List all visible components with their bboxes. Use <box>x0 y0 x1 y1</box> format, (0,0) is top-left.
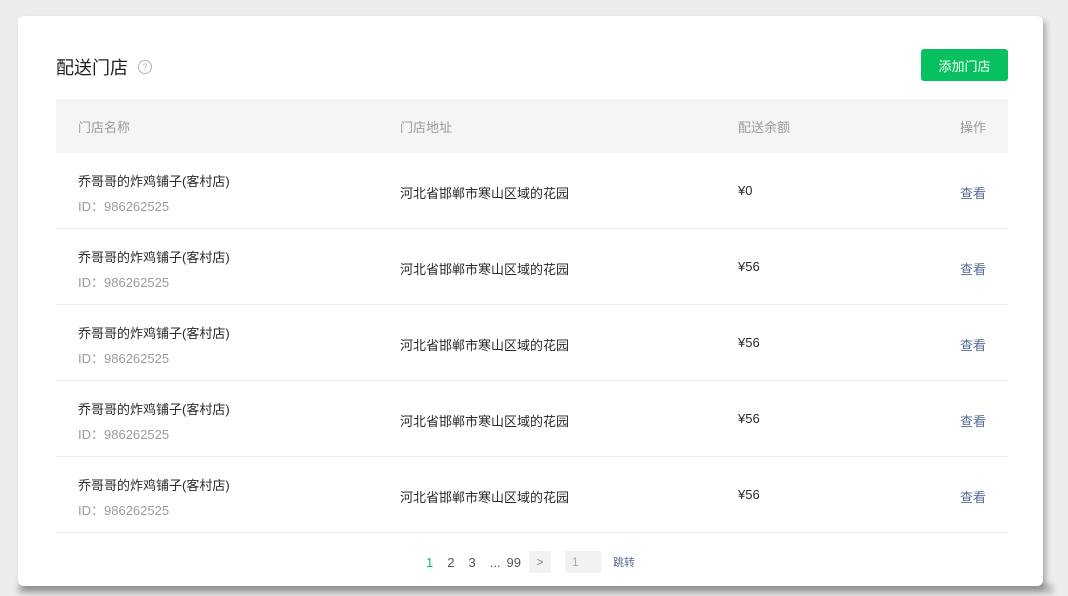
store-address: 河北省邯郸市寒山区域的花园 <box>400 186 570 201</box>
store-balance: ¥56 <box>738 411 760 426</box>
table-row: 乔哥哥的炸鸡铺子(客村店) ID：986262525 河北省邯郸市寒山区域的花园… <box>56 381 1008 457</box>
store-name: 乔哥哥的炸鸡铺子(客村店) <box>78 326 230 341</box>
store-id: ID：986262525 <box>78 199 170 214</box>
store-balance: ¥56 <box>738 487 760 502</box>
page-3-link[interactable]: 3 <box>468 555 475 570</box>
help-icon[interactable]: ? <box>138 60 152 74</box>
page-ellipsis: ... <box>489 554 501 570</box>
pagination: 1 2 3 ... 99 > 跳转 <box>426 551 635 573</box>
store-id: ID：986262525 <box>78 275 170 290</box>
page-2-link[interactable]: 2 <box>447 555 454 570</box>
table-row: 乔哥哥的炸鸡铺子(客村店) ID：986262525 河北省邯郸市寒山区域的花园… <box>56 457 1008 533</box>
page-99-link[interactable]: 99 <box>507 555 521 570</box>
column-header-name: 门店名称 <box>78 119 131 135</box>
store-balance: ¥56 <box>738 335 760 350</box>
view-link[interactable]: 查看 <box>960 183 986 202</box>
store-address: 河北省邯郸市寒山区域的花园 <box>400 262 570 277</box>
jump-page-input[interactable] <box>565 551 602 573</box>
store-name: 乔哥哥的炸鸡铺子(客村店) <box>78 402 230 417</box>
store-name: 乔哥哥的炸鸡铺子(客村店) <box>78 250 230 265</box>
store-id: ID：986262525 <box>78 351 170 366</box>
column-header-action: 操作 <box>959 119 986 135</box>
column-header-address: 门店地址 <box>400 119 453 135</box>
page-header: 配送门店 ? <box>56 54 152 80</box>
page-1-link[interactable]: 1 <box>426 555 433 570</box>
add-store-button[interactable]: 添加门店 <box>921 49 1008 81</box>
chevron-right-icon: > <box>536 555 544 569</box>
store-table: 门店名称 门店地址 配送余额 操作 乔哥哥的炸鸡铺子(客村店) ID：98626… <box>56 99 1008 533</box>
column-header-balance: 配送余额 <box>738 119 791 135</box>
next-page-button[interactable]: > <box>529 551 552 573</box>
table-header: 门店名称 门店地址 配送余额 操作 <box>56 99 1008 153</box>
store-id: ID：986262525 <box>78 503 170 518</box>
store-balance: ¥56 <box>738 259 760 274</box>
store-address: 河北省邯郸市寒山区域的花园 <box>400 490 570 505</box>
store-address: 河北省邯郸市寒山区域的花园 <box>400 338 570 353</box>
view-link[interactable]: 查看 <box>960 259 986 278</box>
store-name: 乔哥哥的炸鸡铺子(客村店) <box>78 174 230 189</box>
view-link[interactable]: 查看 <box>960 487 986 506</box>
store-id: ID：986262525 <box>78 427 170 442</box>
store-address: 河北省邯郸市寒山区域的花园 <box>400 414 570 429</box>
page-title: 配送门店 <box>56 58 128 78</box>
jump-button[interactable]: 跳转 <box>613 554 635 570</box>
view-link[interactable]: 查看 <box>960 335 986 354</box>
store-balance: ¥0 <box>738 183 753 198</box>
store-name: 乔哥哥的炸鸡铺子(客村店) <box>78 478 230 493</box>
table-row: 乔哥哥的炸鸡铺子(客村店) ID：986262525 河北省邯郸市寒山区域的花园… <box>56 229 1008 305</box>
table-row: 乔哥哥的炸鸡铺子(客村店) ID：986262525 河北省邯郸市寒山区域的花园… <box>56 305 1008 381</box>
view-link[interactable]: 查看 <box>960 411 986 430</box>
store-list-card: 配送门店 ? 添加门店 门店名称 门店地址 配送余额 操作 乔哥哥的炸鸡铺子(客… <box>18 16 1043 586</box>
table-row: 乔哥哥的炸鸡铺子(客村店) ID：986262525 河北省邯郸市寒山区域的花园… <box>56 153 1008 229</box>
